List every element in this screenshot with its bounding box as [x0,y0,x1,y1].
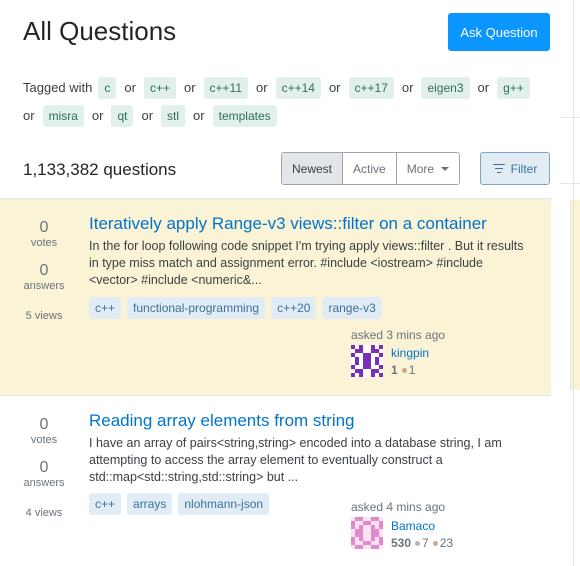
reputation-score: 1 [391,363,398,377]
sort-newest-tab[interactable]: Newest [282,153,344,184]
sort-active-tab[interactable]: Active [343,153,397,184]
tag-cpp[interactable]: c++ [143,77,176,99]
vote-count: 0 [39,219,49,236]
answers-label: answers [23,477,65,489]
vote-count: 0 [39,416,49,433]
filter-icon [492,163,505,174]
view-count: 5 views [25,310,63,322]
question-tags: c++ arrays nlohmann-json [89,493,270,515]
tag-gpp[interactable]: g++ [497,77,530,99]
sort-more-label: More [406,161,435,176]
avatar[interactable] [351,345,383,377]
question-excerpt: I have an array of pairs<string,string> … [89,436,502,484]
sidebar-edge [560,183,580,184]
question-tags: c++ functional-programming c++20 range-v… [89,297,382,319]
votes-label: votes [30,237,58,249]
user-reputation: 530 7 23 [391,536,453,550]
question-stats: 0 votes 0 answers 4 views [0,416,88,519]
filter-label: Filter [510,161,538,176]
tag-stl[interactable]: stl [161,105,186,127]
tag-templates[interactable]: templates [212,105,277,127]
asked-time: asked 4 mins ago [351,500,446,514]
user-name-link[interactable]: Bamaco [391,519,435,533]
sidebar-widget-edge [570,200,580,390]
or-text: or [124,80,136,95]
bronze-badge-count: 1 [408,363,416,377]
answer-count: 0 [39,262,49,279]
tag-nlohmann-json[interactable]: nlohmann-json [178,493,270,515]
page-title: All Questions [23,16,177,46]
tag-eigen3[interactable]: eigen3 [421,77,470,99]
sidebar-edge [560,117,580,118]
tag-cpp20[interactable]: c++20 [271,297,317,319]
tag-cpp11[interactable]: c++11 [203,77,249,99]
view-count: 4 views [25,507,63,519]
bronze-badge-icon [401,367,407,373]
or-text: or [328,80,341,95]
avatar[interactable] [351,517,383,549]
tag-cpp[interactable]: c++ [89,297,122,319]
silver-badge-icon [415,540,421,546]
tagged-label: Tagged with [23,80,93,95]
sort-options: Newest Active More [281,152,461,185]
answers-label: answers [23,280,65,292]
filter-button[interactable]: Filter [480,152,550,185]
bronze-badge-icon [432,540,438,546]
question-excerpt: In the for loop following code snippet I… [89,239,524,287]
or-text: or [256,80,268,95]
votes-label: votes [30,434,58,446]
question-summary: 0 votes 0 answers 4 views Reading array … [0,396,551,566]
or-text: or [477,80,490,95]
answer-count: 0 [39,459,49,476]
or-text: or [141,108,154,123]
question-title-link[interactable]: Reading array elements from string [89,411,355,431]
or-text: or [23,108,35,123]
tag-arrays[interactable]: arrays [127,493,173,515]
bronze-badge-count: 23 [439,536,454,550]
tag-c[interactable]: c [98,77,117,99]
question-stats: 0 votes 0 answers 5 views [0,219,88,322]
or-text: or [401,80,414,95]
asked-time: asked 3 mins ago [351,328,446,342]
tag-cpp17[interactable]: c++17 [348,77,394,99]
or-text: or [193,108,205,123]
silver-badge-count: 7 [422,536,429,550]
question-title-link[interactable]: Iteratively apply Range-v3 views::filter… [89,214,487,234]
sidebar-border [573,0,574,566]
tag-cpp[interactable]: c++ [89,493,122,515]
or-text: or [183,80,196,95]
question-count: 1,133,382 questions [23,160,177,179]
tag-qt[interactable]: qt [111,105,134,127]
or-text: or [91,108,104,123]
question-summary: 0 votes 0 answers 5 views Iteratively ap… [0,199,551,395]
ask-question-button[interactable]: Ask Question [448,13,550,51]
user-name-link[interactable]: kingpin [391,346,429,360]
chevron-down-icon [441,166,450,171]
tag-range-v3[interactable]: range-v3 [322,297,382,319]
reputation-score: 530 [391,536,412,550]
tagged-filter: Tagged with c or c++ or c++11 or c++14 o… [23,74,553,130]
tag-cpp14[interactable]: c++14 [275,77,321,99]
tag-misra[interactable]: misra [42,105,84,127]
user-reputation: 11 [391,363,415,377]
sort-more-dropdown[interactable]: More [396,153,460,184]
tag-functional-programming[interactable]: functional-programming [127,297,266,319]
